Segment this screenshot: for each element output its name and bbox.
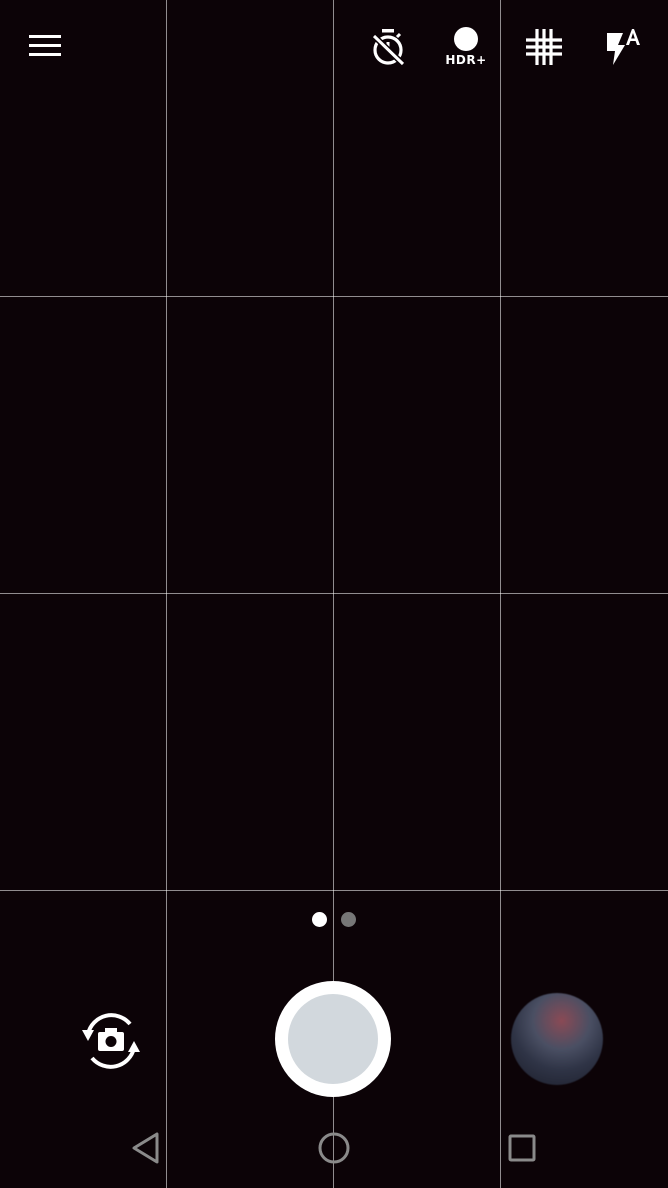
hdr-button[interactable]: HDR+: [436, 20, 496, 74]
nav-back-button[interactable]: [118, 1124, 174, 1172]
recents-square-icon: [508, 1134, 536, 1162]
last-photo-thumbnail[interactable]: [511, 993, 603, 1085]
flash-button[interactable]: [596, 20, 650, 74]
flash-auto-icon: [607, 29, 640, 65]
nav-recents-button[interactable]: [494, 1124, 550, 1172]
timer-button[interactable]: [360, 20, 416, 74]
hdr-plus-icon: [454, 27, 478, 51]
grid-line-horizontal-1: [0, 296, 668, 297]
menu-icon: [29, 35, 61, 56]
menu-button[interactable]: [18, 22, 72, 70]
nav-home-button[interactable]: [306, 1124, 362, 1172]
shutter-icon: [288, 994, 378, 1084]
grid-line-horizontal-2: [0, 593, 668, 594]
grid-line-horizontal-3: [0, 890, 668, 891]
switch-camera-icon: [82, 1013, 140, 1069]
camera-viewfinder[interactable]: HDR+: [0, 0, 668, 1188]
grid-icon: [526, 29, 562, 65]
shutter-button[interactable]: [275, 981, 391, 1097]
switch-camera-button[interactable]: [76, 1006, 146, 1076]
grid-line-vertical-1: [166, 0, 167, 1188]
page-dot-active[interactable]: [312, 912, 327, 927]
back-triangle-icon: [132, 1132, 159, 1164]
timer-off-icon: [371, 29, 406, 66]
mode-page-indicator: [0, 912, 668, 927]
hdr-label: HDR+: [445, 53, 487, 67]
home-circle-icon: [318, 1132, 350, 1164]
grid-line-vertical-3: [500, 0, 501, 1188]
page-dot-inactive[interactable]: [341, 912, 356, 927]
grid-button[interactable]: [516, 20, 572, 74]
